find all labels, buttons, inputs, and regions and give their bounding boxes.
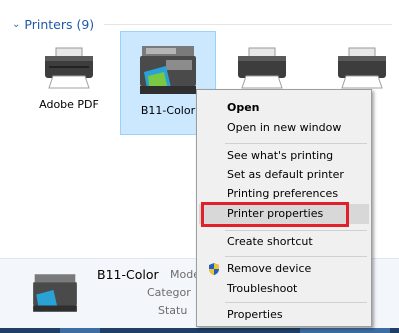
taskbar-button[interactable]	[60, 328, 100, 333]
menu-item-properties[interactable]: Properties	[199, 305, 369, 325]
menu-item-troubleshoot[interactable]: Troubleshoot	[199, 279, 369, 299]
printer-icon	[45, 47, 93, 89]
details-category-label: Categor	[147, 286, 191, 299]
printer-icon	[338, 47, 386, 89]
device-label: B11-Color	[140, 104, 196, 117]
multifunction-printer-icon	[33, 274, 77, 312]
device-label: Adobe PDF	[39, 98, 99, 111]
uac-shield-icon	[209, 263, 219, 275]
details-device-name: B11-Color	[97, 267, 159, 282]
group-divider	[104, 23, 392, 25]
menu-item-create-shortcut[interactable]: Create shortcut	[199, 232, 369, 252]
menu-separator	[225, 143, 367, 144]
menu-item-set-default[interactable]: Set as default printer	[199, 165, 369, 185]
highlight-box	[201, 202, 349, 227]
menu-item-label: Remove device	[227, 262, 312, 275]
menu-separator	[225, 230, 367, 231]
taskbar-button[interactable]	[300, 328, 390, 333]
taskbar	[0, 328, 399, 333]
menu-separator	[225, 256, 367, 257]
menu-item-remove-device[interactable]: Remove device	[199, 259, 369, 279]
group-title: Printers (9)	[24, 16, 95, 32]
printer-icon	[238, 47, 286, 89]
menu-item-see-printing[interactable]: See what's printing	[199, 146, 369, 166]
collapse-chevron-icon[interactable]: ⌄	[12, 19, 20, 30]
multifunction-printer-icon	[140, 46, 196, 94]
menu-item-open-new-window[interactable]: Open in new window	[199, 118, 369, 138]
device-tile-adobe-pdf[interactable]: Adobe PDF	[32, 36, 106, 136]
context-menu: Open Open in new window See what's print…	[196, 89, 372, 327]
menu-item-printing-preferences[interactable]: Printing preferences	[199, 184, 369, 204]
details-status-label: Statu	[158, 304, 188, 317]
menu-item-open[interactable]: Open	[199, 98, 369, 118]
menu-separator	[225, 302, 367, 303]
